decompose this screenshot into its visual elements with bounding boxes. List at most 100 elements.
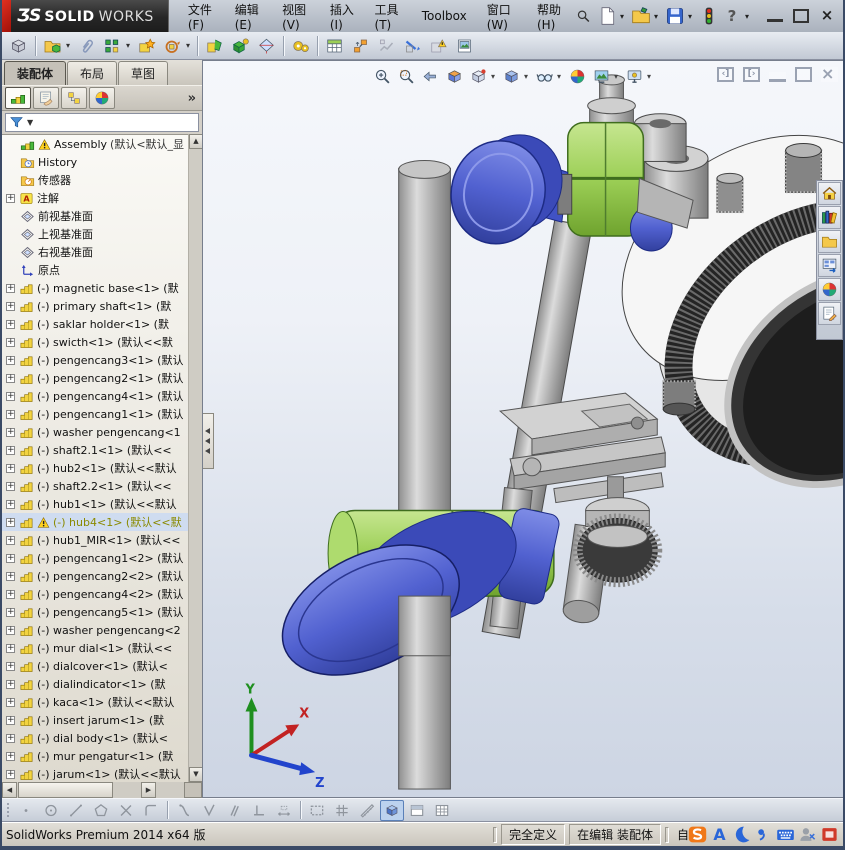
close-button[interactable]: ×	[819, 8, 835, 23]
tree-item[interactable]: + (-) jarum<1> (默认<<默认	[2, 765, 188, 782]
assembly-visualization-button[interactable]	[426, 34, 451, 58]
reference-geometry-button[interactable]	[254, 34, 279, 58]
design-library-button[interactable]	[818, 206, 841, 229]
grid-snap-button[interactable]	[330, 800, 354, 821]
collapse-right-pane-button[interactable]: [›	[743, 67, 760, 82]
vertical-relation-button[interactable]	[197, 800, 221, 821]
restore-document-button[interactable]	[795, 67, 812, 82]
sketch-line-button[interactable]	[64, 800, 88, 821]
tree-item[interactable]: + (-) pengencang2<2> (默认	[2, 567, 188, 585]
tree-vertical-scrollbar[interactable]: ▲ ▼	[188, 134, 203, 782]
view-palette-button[interactable]	[818, 254, 841, 277]
move-component-button[interactable]	[160, 34, 185, 58]
expand-icon[interactable]: +	[6, 625, 15, 635]
tree-item[interactable]: + (-) mur dial<1> (默认<<	[2, 639, 188, 657]
tree-item-root[interactable]: Assembly (默认<默认_显	[2, 135, 188, 153]
tree-filter[interactable]: ▼	[5, 113, 199, 132]
motion-study-button[interactable]	[288, 34, 313, 58]
tree-item[interactable]: + (-) dial body<1> (默认<	[2, 729, 188, 747]
tree-item[interactable]: + (-) pengencang4<2> (默认	[2, 585, 188, 603]
expand-icon[interactable]: +	[6, 391, 15, 401]
half-full-moon-icon[interactable]	[732, 825, 751, 844]
displaymanager-tab[interactable]	[89, 87, 115, 109]
tree-item[interactable]: + (-) primary shaft<1> (默	[2, 297, 188, 315]
tree-item[interactable]: + (-) pengencang1<1> (默认	[2, 405, 188, 423]
graphics-viewport[interactable]: Y X Z ▾ ▾ ▾ ▾ ▾ ‹] [› ×	[202, 60, 843, 798]
dropdown-arrow-icon[interactable]: ▾	[688, 12, 696, 21]
expand-icon[interactable]: +	[6, 697, 15, 707]
parallel-relation-button[interactable]	[222, 800, 246, 821]
menu-窗口[interactable]: 窗口(W)	[478, 0, 526, 35]
expand-icon[interactable]: +	[6, 607, 15, 617]
new-document-button[interactable]	[597, 6, 617, 26]
expand-icon[interactable]: +	[6, 301, 15, 311]
tree-item[interactable]: + (-) pengencang3<1> (默认	[2, 351, 188, 369]
scroll-right-button[interactable]: ▶	[141, 782, 156, 798]
tree-item[interactable]: 右视基准面	[2, 243, 188, 261]
help-button[interactable]: ?	[722, 6, 742, 26]
menu-工具[interactable]: 工具(T)	[366, 0, 411, 35]
dropdown-arrow-icon[interactable]: ▾	[491, 72, 499, 81]
expand-icon[interactable]: +	[6, 571, 15, 581]
tab-布局[interactable]: 布局	[67, 61, 118, 85]
skin-manager-icon[interactable]	[820, 825, 839, 844]
tree-item[interactable]: 前视基准面	[2, 207, 188, 225]
toolbar-grip[interactable]	[4, 801, 11, 819]
dropdown-arrow-icon[interactable]: ▾	[654, 12, 662, 21]
sketch-fillet-button[interactable]	[139, 800, 163, 821]
tree-item[interactable]: + (-) hub1<1> (默认<<默认	[2, 495, 188, 513]
tree-item[interactable]: + (-) shaft2.2<1> (默认<<	[2, 477, 188, 495]
tree-horizontal-scrollbar[interactable]: ◀ ▶	[2, 782, 202, 798]
tree-item[interactable]: + (-) washer pengencang<2	[2, 621, 188, 639]
mate-button[interactable]	[74, 34, 99, 58]
show-hidden-components-button[interactable]	[202, 34, 227, 58]
shaded-with-edges-button[interactable]	[380, 799, 404, 821]
scroll-left-button[interactable]: ◀	[2, 782, 17, 798]
close-document-button[interactable]: ×	[821, 66, 838, 82]
add-relation-button[interactable]	[172, 800, 196, 821]
dropdown-arrow-icon[interactable]: ▾	[557, 72, 565, 81]
dropdown-arrow-icon[interactable]: ▾	[745, 12, 753, 21]
tree-item[interactable]: + (-) hub2<1> (默认<<默认	[2, 459, 188, 477]
tree-item[interactable]: + (-) washer pengencang<1	[2, 423, 188, 441]
expand-icon[interactable]: +	[6, 661, 15, 671]
menu-帮助[interactable]: 帮助(H)	[528, 0, 574, 35]
solidworks-resources-button[interactable]	[818, 182, 841, 205]
file-explorer-button[interactable]	[818, 230, 841, 253]
tab-装配体[interactable]: 装配体	[4, 61, 67, 85]
menu-文件[interactable]: 文件(F)	[179, 0, 224, 35]
linear-component-pattern-button[interactable]	[100, 34, 125, 58]
insert-component-button[interactable]	[40, 34, 65, 58]
assembly-features-button[interactable]	[228, 34, 253, 58]
design-table-button[interactable]	[430, 800, 454, 821]
account-tools-icon[interactable]	[798, 825, 817, 844]
appearances-scenes-button[interactable]	[818, 278, 841, 301]
view-orientation-button[interactable]	[467, 65, 490, 88]
previous-view-button[interactable]	[419, 65, 442, 88]
dropdown-arrow-icon[interactable]: ▾	[126, 41, 133, 50]
dropdown-arrow-icon[interactable]: ▾	[524, 72, 532, 81]
expand-icon[interactable]: +	[6, 643, 15, 653]
featuremanager-tab[interactable]	[5, 87, 31, 109]
panel-splitter-handle[interactable]	[203, 413, 214, 469]
tree-item[interactable]: + (-) swicth<1> (默认<<默	[2, 333, 188, 351]
menu-编辑[interactable]: 编辑(E)	[226, 0, 271, 35]
dropdown-arrow-icon[interactable]: ▾	[620, 12, 628, 21]
filter-dropdown-icon[interactable]: ▼	[27, 118, 33, 127]
tree-item[interactable]: + (-) pengencang1<2> (默认	[2, 549, 188, 567]
menu-视图[interactable]: 视图(V)	[273, 0, 319, 35]
font-style-icon[interactable]: A	[710, 825, 729, 844]
sketch-circle-button[interactable]	[39, 800, 63, 821]
menu-Toolbox[interactable]: Toolbox	[413, 6, 476, 26]
dropdown-arrow-icon[interactable]: ▾	[186, 41, 193, 50]
sogou-input-icon[interactable]	[688, 825, 707, 844]
expand-icon[interactable]: +	[6, 733, 15, 743]
propertymanager-tab[interactable]	[33, 87, 59, 109]
tree-item[interactable]: + (-) pengencang5<1> (默认	[2, 603, 188, 621]
maximize-button[interactable]	[793, 9, 809, 23]
tab-草图[interactable]: 草图	[118, 61, 169, 85]
tree-item[interactable]: + (-) dialcover<1> (默认<	[2, 657, 188, 675]
scroll-up-button[interactable]: ▲	[189, 134, 203, 149]
edit-component-button[interactable]	[6, 34, 31, 58]
sketch-polygon-button[interactable]	[89, 800, 113, 821]
